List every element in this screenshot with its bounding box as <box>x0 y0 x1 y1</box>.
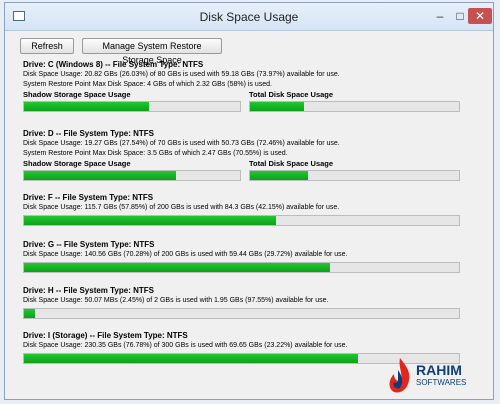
drive-title: Drive: I (Storage) -- File System Type: … <box>23 331 188 340</box>
drive-title: Drive: F -- File System Type: NTFS <box>23 193 154 202</box>
close-button[interactable]: ✕ <box>468 8 492 24</box>
refresh-button[interactable]: Refresh <box>20 38 74 54</box>
usage-bars-row: Shadow Storage Space Usage Total Disk Sp… <box>23 90 483 112</box>
title-bar: Disk Space Usage – □ ✕ <box>5 3 493 31</box>
maximize-button[interactable]: □ <box>451 8 469 24</box>
total-disk-bar <box>249 170 460 181</box>
watermark-sub: SOFTWARES <box>416 378 467 387</box>
total-disk-fill <box>250 171 308 180</box>
total-disk-fill <box>250 102 305 111</box>
usage-bars-row: Shadow Storage Space Usage Total Disk Sp… <box>23 159 483 181</box>
watermark-logo: RAHIM SOFTWARES <box>386 353 496 399</box>
total-disk-label: Total Disk Space Usage <box>249 159 334 168</box>
total-disk-bar <box>23 308 460 319</box>
watermark-name: RAHIM <box>416 362 462 378</box>
drive-g-section: Drive: G -- File System Type: NTFS Disk … <box>23 240 483 273</box>
total-disk-fill <box>24 263 330 272</box>
total-disk-bar <box>23 262 460 273</box>
total-disk-fill <box>24 354 358 363</box>
drive-title: Drive: C (Windows 8) -- File System Type… <box>23 60 204 69</box>
total-disk-label: Total Disk Space Usage <box>249 90 334 99</box>
restore-point-text: System Restore Point Max Disk Space: 3.5… <box>23 150 288 157</box>
disk-usage-text: Disk Space Usage: 140.56 GBs (70.28%) of… <box>23 251 348 258</box>
drive-f-section: Drive: F -- File System Type: NTFS Disk … <box>23 193 483 226</box>
shadow-storage-bar <box>23 170 241 181</box>
disk-usage-text: Disk Space Usage: 19.27 GBs (27.54%) of … <box>23 140 340 147</box>
flame-logo-icon <box>389 358 410 393</box>
minimize-button[interactable]: – <box>431 8 449 24</box>
disk-usage-text: Disk Space Usage: 230.35 GBs (76.78%) of… <box>23 342 348 349</box>
drive-h-section: Drive: H -- File System Type: NTFS Disk … <box>23 286 483 319</box>
drive-c-section: Drive: C (Windows 8) -- File System Type… <box>23 60 483 112</box>
drive-title: Drive: D -- File System Type: NTFS <box>23 129 154 138</box>
disk-usage-text: Disk Space Usage: 50.07 MBs (2.45%) of 2… <box>23 297 329 304</box>
window-title: Disk Space Usage <box>199 10 299 24</box>
shadow-storage-label: Shadow Storage Space Usage <box>23 90 131 99</box>
shadow-storage-bar <box>23 101 241 112</box>
total-disk-fill <box>24 309 35 318</box>
disk-usage-text: Disk Space Usage: 115.7 GBs (57.85%) of … <box>23 204 340 211</box>
drive-title: Drive: G -- File System Type: NTFS <box>23 240 155 249</box>
total-disk-fill <box>24 216 276 225</box>
disk-usage-text: Disk Space Usage: 20.82 GBs (26.03%) of … <box>23 71 340 78</box>
disk-space-usage-window: Disk Space Usage – □ ✕ Refresh Manage Sy… <box>4 2 494 400</box>
total-disk-bar <box>249 101 460 112</box>
shadow-storage-label: Shadow Storage Space Usage <box>23 159 131 168</box>
drive-title: Drive: H -- File System Type: NTFS <box>23 286 154 295</box>
shadow-storage-fill <box>24 171 177 180</box>
manage-restore-storage-button[interactable]: Manage System Restore Storage Space <box>82 38 222 65</box>
drive-d-section: Drive: D -- File System Type: NTFS Disk … <box>23 129 483 181</box>
restore-point-text: System Restore Point Max Disk Space: 4 G… <box>23 81 272 88</box>
shadow-storage-fill <box>24 102 150 111</box>
total-disk-bar <box>23 215 460 226</box>
